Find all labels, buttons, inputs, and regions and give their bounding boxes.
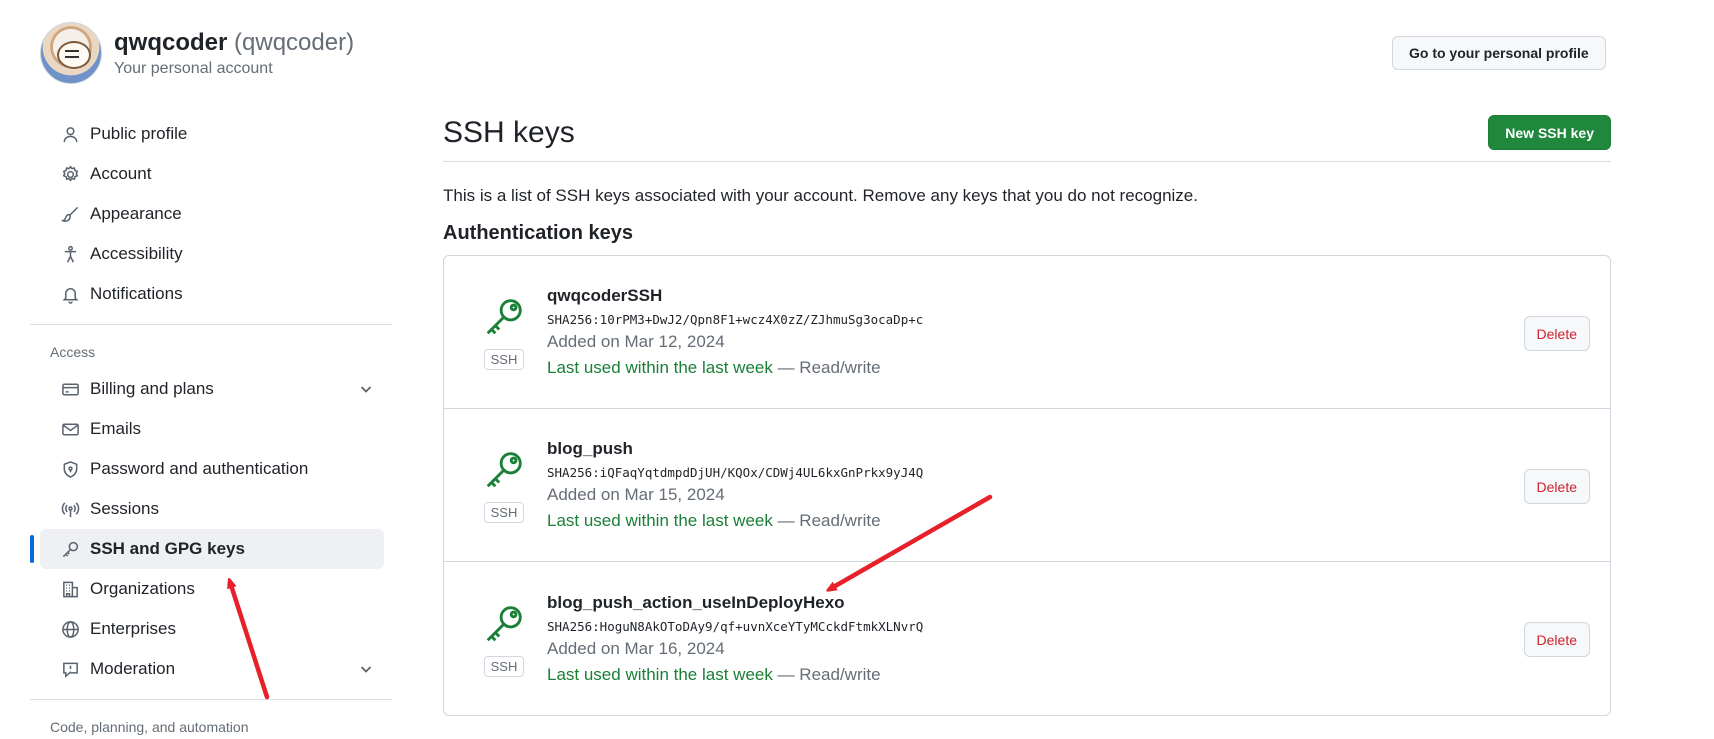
account-text: qwqcoder (qwqcoder) Your personal accoun…	[114, 28, 354, 78]
intro-text: This is a list of SSH keys associated wi…	[443, 186, 1198, 205]
bell-icon	[60, 284, 80, 304]
key-added-date: Added on Mar 15, 2024	[547, 485, 725, 504]
key-icon-column: SSH	[444, 294, 546, 370]
page-title: SSH keys	[443, 115, 575, 149]
sidebar-item-label: Sessions	[90, 499, 159, 518]
delete-key-button[interactable]: Delete	[1523, 469, 1590, 504]
sidebar-item-enterprises[interactable]: Enterprises	[40, 609, 384, 649]
sidebar-item-organizations[interactable]: Organizations	[40, 569, 384, 609]
key-added-date: Added on Mar 12, 2024	[547, 332, 725, 351]
page-header: SSH keys New SSH key	[443, 112, 1611, 162]
key-access-level: — Read/write	[772, 358, 881, 377]
key-last-used-text: Last used within the last week	[547, 664, 773, 684]
credit-card-icon	[60, 379, 80, 399]
account-header: qwqcoder (qwqcoder) Your personal accoun…	[40, 22, 354, 84]
ssh-key-list: SSH qwqcoderSSH SHA256:10rPM3+DwJ2/Qpn8F…	[443, 255, 1611, 716]
key-last-used: Last used within the last week — Read/wr…	[547, 511, 923, 531]
sidebar-item-account[interactable]: Account	[40, 154, 384, 194]
sidebar-item-billing[interactable]: Billing and plans	[40, 369, 384, 409]
sidebar-item-label: Appearance	[90, 204, 182, 223]
organization-icon	[60, 579, 80, 599]
key-icon-column: SSH	[444, 447, 546, 523]
shield-icon	[60, 459, 80, 479]
sidebar-item-public-profile[interactable]: Public profile	[40, 114, 384, 154]
key-title: blog_push	[547, 439, 633, 458]
key-added-date: Added on Mar 16, 2024	[547, 638, 725, 658]
sidebar-item-label: Organizations	[90, 579, 195, 598]
key-last-used: Last used within the last week — Read/wr…	[547, 358, 923, 378]
chevron-down-icon[interactable]	[358, 661, 374, 677]
sidebar-item-label: Enterprises	[90, 619, 176, 638]
person-icon	[60, 124, 80, 144]
ssh-badge: SSH	[483, 502, 525, 523]
accessibility-icon	[60, 244, 80, 264]
ssh-badge: SSH	[483, 349, 525, 370]
sidebar-item-label: Billing and plans	[90, 379, 214, 398]
main-content: SSH keys New SSH key This is a list of S…	[443, 112, 1611, 716]
key-icon	[481, 601, 527, 652]
sidebar-item-label: Public profile	[90, 124, 188, 143]
sidebar-group-access: Access	[50, 344, 96, 360]
sidebar-item-password[interactable]: Password and authentication	[40, 449, 384, 489]
sidebar-item-label: Moderation	[90, 659, 176, 678]
sidebar-item-label: Accessibility	[90, 244, 183, 263]
user-login: (qwqcoder)	[234, 29, 355, 56]
broadcast-icon	[60, 499, 80, 519]
sidebar-item-moderation[interactable]: Moderation	[40, 649, 384, 689]
settings-sidebar: Public profile Account Appearance Access…	[30, 114, 392, 739]
key-icon	[481, 294, 527, 345]
sidebar-item-appearance[interactable]: Appearance	[40, 194, 384, 234]
key-info: blog_push_action_useInDeployHexo SHA256:…	[547, 593, 923, 685]
account-name: qwqcoder (qwqcoder)	[114, 28, 354, 58]
key-icon	[481, 447, 527, 498]
key-fingerprint: SHA256:10rPM3+DwJ2/Qpn8F1+wcz4X0zZ/ZJhmu…	[547, 312, 924, 327]
sidebar-item-sessions[interactable]: Sessions	[40, 489, 384, 529]
sidebar-item-label: Account	[90, 164, 152, 183]
key-access-level: — Read/write	[772, 664, 881, 684]
key-last-used: Last used within the last week — Read/wr…	[547, 665, 923, 685]
sidebar-item-label: Notifications	[90, 284, 183, 303]
chevron-down-icon[interactable]	[358, 381, 374, 397]
gear-icon	[60, 164, 80, 184]
key-info: blog_push SHA256:iQFaqYqtdmpdDjUH/KQOx/C…	[547, 439, 923, 531]
report-icon	[60, 659, 80, 679]
sidebar-item-ssh-gpg-keys[interactable]: SSH and GPG keys	[30, 529, 384, 569]
mail-icon	[60, 419, 80, 439]
sidebar-item-label: SSH and GPG keys	[90, 539, 245, 558]
sidebar-item-label: Emails	[90, 419, 142, 438]
key-title: qwqcoderSSH	[547, 286, 663, 305]
key-info: qwqcoderSSH SHA256:10rPM3+DwJ2/Qpn8F1+wc…	[547, 286, 923, 378]
ssh-key-row: SSH qwqcoderSSH SHA256:10rPM3+DwJ2/Qpn8F…	[444, 256, 1610, 409]
delete-key-button[interactable]: Delete	[1523, 622, 1590, 657]
key-access-level: — Read/write	[772, 511, 881, 530]
key-last-used-text: Last used within the last week	[547, 511, 773, 530]
delete-key-button[interactable]: Delete	[1523, 316, 1590, 351]
sidebar-group-code-planning: Code, planning, and automation	[50, 719, 249, 735]
section-title: Authentication keys	[443, 222, 634, 244]
sidebar-item-emails[interactable]: Emails	[40, 409, 384, 449]
ssh-key-row: SSH blog_push SHA256:iQFaqYqtdmpdDjUH/KQ…	[444, 409, 1610, 562]
account-subtitle: Your personal account	[114, 60, 273, 77]
key-last-used-text: Last used within the last week	[547, 358, 773, 377]
paintbrush-icon	[60, 204, 80, 224]
username[interactable]: qwqcoder	[114, 29, 227, 56]
key-fingerprint: SHA256:HoguN8AkOToDAy9/qf+uvnXceYTyMCckd…	[547, 618, 924, 634]
sidebar-item-notifications[interactable]: Notifications	[40, 274, 384, 314]
new-ssh-key-button[interactable]: New SSH key	[1488, 115, 1611, 150]
ssh-badge: SSH	[483, 655, 525, 677]
key-icon	[60, 539, 80, 559]
sidebar-divider	[30, 324, 392, 325]
avatar[interactable]	[40, 22, 102, 84]
sidebar-divider	[30, 699, 392, 700]
key-fingerprint: SHA256:iQFaqYqtdmpdDjUH/KQOx/CDWj4UL6kxG…	[547, 465, 924, 480]
go-to-profile-button[interactable]: Go to your personal profile	[1392, 36, 1606, 70]
ssh-key-row: SSH blog_push_action_useInDeployHexo SHA…	[444, 562, 1610, 715]
key-title: blog_push_action_useInDeployHexo	[547, 592, 845, 612]
sidebar-item-accessibility[interactable]: Accessibility	[40, 234, 384, 274]
key-icon-column: SSH	[444, 601, 546, 677]
globe-icon	[60, 619, 80, 639]
sidebar-item-label: Password and authentication	[90, 459, 309, 478]
